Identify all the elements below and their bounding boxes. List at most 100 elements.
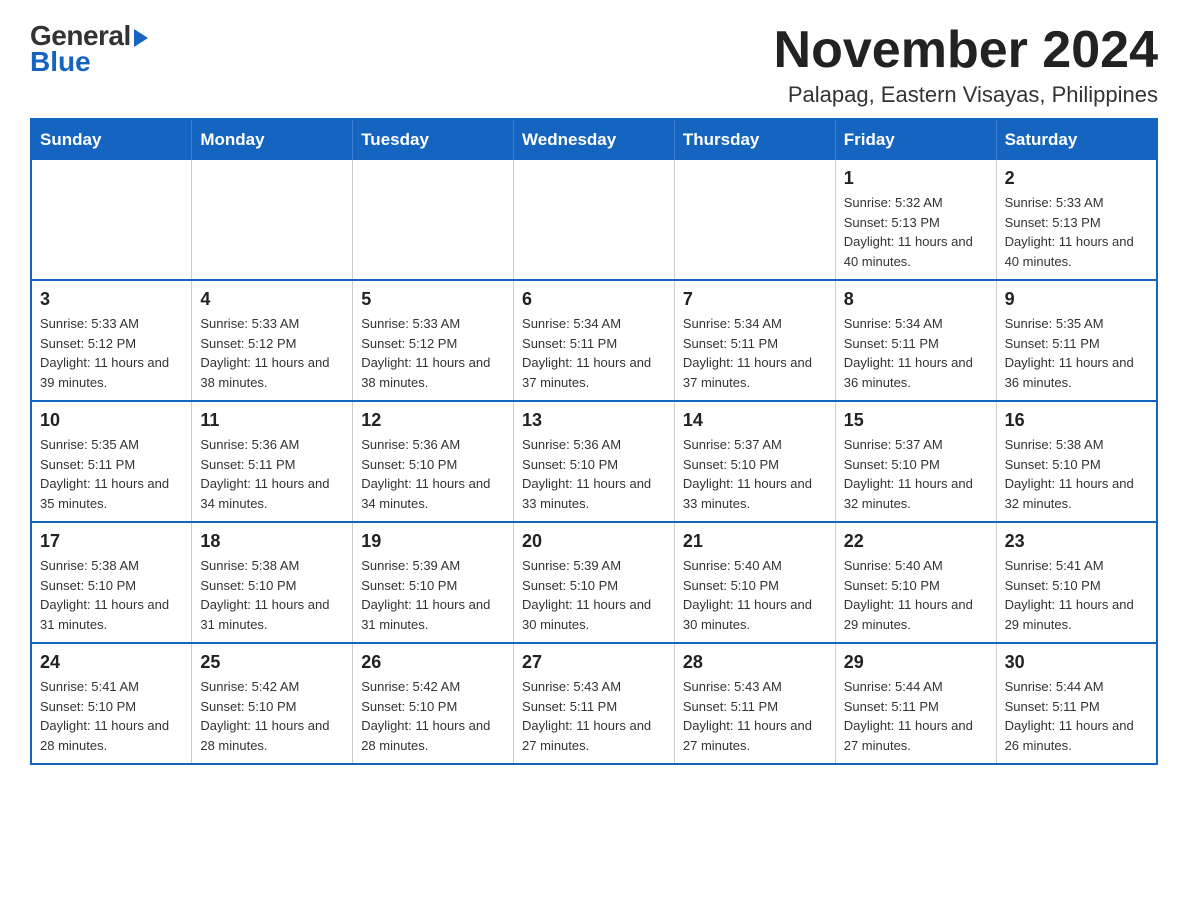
day-number: 27 bbox=[522, 652, 666, 673]
day-info: Sunrise: 5:37 AM Sunset: 5:10 PM Dayligh… bbox=[683, 435, 827, 513]
calendar-cell bbox=[192, 160, 353, 280]
day-info: Sunrise: 5:36 AM Sunset: 5:10 PM Dayligh… bbox=[361, 435, 505, 513]
calendar-cell: 6 Sunrise: 5:34 AM Sunset: 5:11 PM Daylig… bbox=[514, 280, 675, 401]
calendar-cell: 25Sunrise: 5:42 AM Sunset: 5:10 PM Dayli… bbox=[192, 643, 353, 764]
day-info: Sunrise: 5:36 AM Sunset: 5:10 PM Dayligh… bbox=[522, 435, 666, 513]
calendar-cell bbox=[514, 160, 675, 280]
calendar-cell: 23 Sunrise: 5:41 AM Sunset: 5:10 PM Dayli… bbox=[996, 522, 1157, 643]
day-number: 19 bbox=[361, 531, 505, 552]
day-number: 5 bbox=[361, 289, 505, 310]
calendar-cell: 21 Sunrise: 5:40 AM Sunset: 5:10 PM Dayli… bbox=[674, 522, 835, 643]
day-info: Sunrise: 5:35 AM Sunset: 5:11 PM Dayligh… bbox=[1005, 314, 1148, 392]
day-number: 29 bbox=[844, 652, 988, 673]
day-number: 26 bbox=[361, 652, 505, 673]
day-info: Sunrise: 5:33 AM Sunset: 5:12 PM Dayligh… bbox=[200, 314, 344, 392]
day-info: Sunrise: 5:42 AM Sunset: 5:10 PM Dayligh… bbox=[200, 677, 344, 755]
day-number: 28 bbox=[683, 652, 827, 673]
day-info: Sunrise: 5:44 AM Sunset: 5:11 PM Dayligh… bbox=[1005, 677, 1148, 755]
day-info: Sunrise: 5:44 AM Sunset: 5:11 PM Dayligh… bbox=[844, 677, 988, 755]
header-day-wednesday: Wednesday bbox=[514, 119, 675, 160]
calendar-cell: 22Sunrise: 5:40 AM Sunset: 5:10 PM Dayli… bbox=[835, 522, 996, 643]
calendar-week-3: 10 Sunrise: 5:35 AM Sunset: 5:11 PM Dayli… bbox=[31, 401, 1157, 522]
day-info: Sunrise: 5:38 AM Sunset: 5:10 PM Dayligh… bbox=[40, 556, 183, 634]
day-number: 17 bbox=[40, 531, 183, 552]
page-header: General Blue November 2024 Palapag, East… bbox=[30, 20, 1158, 108]
day-info: Sunrise: 5:33 AM Sunset: 5:12 PM Dayligh… bbox=[40, 314, 183, 392]
month-title: November 2024 bbox=[774, 20, 1158, 80]
header-day-thursday: Thursday bbox=[674, 119, 835, 160]
day-info: Sunrise: 5:37 AM Sunset: 5:10 PM Dayligh… bbox=[844, 435, 988, 513]
day-number: 11 bbox=[200, 410, 344, 431]
day-number: 7 bbox=[683, 289, 827, 310]
day-number: 14 bbox=[683, 410, 827, 431]
day-info: Sunrise: 5:41 AM Sunset: 5:10 PM Dayligh… bbox=[40, 677, 183, 755]
calendar-cell: 18 Sunrise: 5:38 AM Sunset: 5:10 PM Dayli… bbox=[192, 522, 353, 643]
header-day-sunday: Sunday bbox=[31, 119, 192, 160]
day-number: 23 bbox=[1005, 531, 1148, 552]
calendar-week-4: 17 Sunrise: 5:38 AM Sunset: 5:10 PM Dayli… bbox=[31, 522, 1157, 643]
calendar-cell: 28 Sunrise: 5:43 AM Sunset: 5:11 PM Dayli… bbox=[674, 643, 835, 764]
day-info: Sunrise: 5:35 AM Sunset: 5:11 PM Dayligh… bbox=[40, 435, 183, 513]
header-row: SundayMondayTuesdayWednesdayThursdayFrid… bbox=[31, 119, 1157, 160]
header-day-monday: Monday bbox=[192, 119, 353, 160]
day-info: Sunrise: 5:34 AM Sunset: 5:11 PM Dayligh… bbox=[844, 314, 988, 392]
calendar-cell: 27 Sunrise: 5:43 AM Sunset: 5:11 PM Dayli… bbox=[514, 643, 675, 764]
day-number: 13 bbox=[522, 410, 666, 431]
title-area: November 2024 Palapag, Eastern Visayas, … bbox=[774, 20, 1158, 108]
calendar-cell: 7 Sunrise: 5:34 AM Sunset: 5:11 PM Daylig… bbox=[674, 280, 835, 401]
day-number: 18 bbox=[200, 531, 344, 552]
calendar-cell: 10 Sunrise: 5:35 AM Sunset: 5:11 PM Dayli… bbox=[31, 401, 192, 522]
day-number: 21 bbox=[683, 531, 827, 552]
day-info: Sunrise: 5:38 AM Sunset: 5:10 PM Dayligh… bbox=[1005, 435, 1148, 513]
day-info: Sunrise: 5:43 AM Sunset: 5:11 PM Dayligh… bbox=[683, 677, 827, 755]
day-number: 15 bbox=[844, 410, 988, 431]
day-info: Sunrise: 5:34 AM Sunset: 5:11 PM Dayligh… bbox=[683, 314, 827, 392]
logo-blue-text: Blue bbox=[30, 46, 91, 78]
day-info: Sunrise: 5:38 AM Sunset: 5:10 PM Dayligh… bbox=[200, 556, 344, 634]
calendar-cell: 15 Sunrise: 5:37 AM Sunset: 5:10 PM Dayli… bbox=[835, 401, 996, 522]
day-info: Sunrise: 5:41 AM Sunset: 5:10 PM Dayligh… bbox=[1005, 556, 1148, 634]
day-info: Sunrise: 5:36 AM Sunset: 5:11 PM Dayligh… bbox=[200, 435, 344, 513]
day-number: 6 bbox=[522, 289, 666, 310]
day-info: Sunrise: 5:40 AM Sunset: 5:10 PM Dayligh… bbox=[683, 556, 827, 634]
calendar-cell bbox=[353, 160, 514, 280]
calendar-week-2: 3 Sunrise: 5:33 AM Sunset: 5:12 PM Daylig… bbox=[31, 280, 1157, 401]
day-info: Sunrise: 5:43 AM Sunset: 5:11 PM Dayligh… bbox=[522, 677, 666, 755]
day-info: Sunrise: 5:39 AM Sunset: 5:10 PM Dayligh… bbox=[361, 556, 505, 634]
header-day-friday: Friday bbox=[835, 119, 996, 160]
header-day-tuesday: Tuesday bbox=[353, 119, 514, 160]
calendar-week-1: 1Sunrise: 5:32 AM Sunset: 5:13 PM Daylig… bbox=[31, 160, 1157, 280]
calendar-body: 1Sunrise: 5:32 AM Sunset: 5:13 PM Daylig… bbox=[31, 160, 1157, 764]
day-info: Sunrise: 5:42 AM Sunset: 5:10 PM Dayligh… bbox=[361, 677, 505, 755]
calendar-cell: 13 Sunrise: 5:36 AM Sunset: 5:10 PM Dayli… bbox=[514, 401, 675, 522]
day-info: Sunrise: 5:40 AM Sunset: 5:10 PM Dayligh… bbox=[844, 556, 988, 634]
day-info: Sunrise: 5:33 AM Sunset: 5:12 PM Dayligh… bbox=[361, 314, 505, 392]
calendar-header: SundayMondayTuesdayWednesdayThursdayFrid… bbox=[31, 119, 1157, 160]
calendar-cell: 19 Sunrise: 5:39 AM Sunset: 5:10 PM Dayli… bbox=[353, 522, 514, 643]
day-number: 4 bbox=[200, 289, 344, 310]
calendar-cell: 26 Sunrise: 5:42 AM Sunset: 5:10 PM Dayli… bbox=[353, 643, 514, 764]
calendar-week-5: 24 Sunrise: 5:41 AM Sunset: 5:10 PM Dayli… bbox=[31, 643, 1157, 764]
calendar-cell: 9Sunrise: 5:35 AM Sunset: 5:11 PM Daylig… bbox=[996, 280, 1157, 401]
day-number: 1 bbox=[844, 168, 988, 189]
calendar-cell: 5 Sunrise: 5:33 AM Sunset: 5:12 PM Daylig… bbox=[353, 280, 514, 401]
calendar-cell: 17 Sunrise: 5:38 AM Sunset: 5:10 PM Dayli… bbox=[31, 522, 192, 643]
calendar-cell: 16 Sunrise: 5:38 AM Sunset: 5:10 PM Dayli… bbox=[996, 401, 1157, 522]
day-number: 30 bbox=[1005, 652, 1148, 673]
day-number: 20 bbox=[522, 531, 666, 552]
calendar-cell: 30 Sunrise: 5:44 AM Sunset: 5:11 PM Dayli… bbox=[996, 643, 1157, 764]
day-number: 10 bbox=[40, 410, 183, 431]
day-number: 12 bbox=[361, 410, 505, 431]
calendar-cell: 24 Sunrise: 5:41 AM Sunset: 5:10 PM Dayli… bbox=[31, 643, 192, 764]
day-info: Sunrise: 5:34 AM Sunset: 5:11 PM Dayligh… bbox=[522, 314, 666, 392]
day-number: 24 bbox=[40, 652, 183, 673]
day-number: 16 bbox=[1005, 410, 1148, 431]
calendar-cell: 20 Sunrise: 5:39 AM Sunset: 5:10 PM Dayli… bbox=[514, 522, 675, 643]
day-info: Sunrise: 5:39 AM Sunset: 5:10 PM Dayligh… bbox=[522, 556, 666, 634]
calendar-cell: 2Sunrise: 5:33 AM Sunset: 5:13 PM Daylig… bbox=[996, 160, 1157, 280]
calendar-cell: 12 Sunrise: 5:36 AM Sunset: 5:10 PM Dayli… bbox=[353, 401, 514, 522]
calendar-cell: 11 Sunrise: 5:36 AM Sunset: 5:11 PM Dayli… bbox=[192, 401, 353, 522]
day-number: 3 bbox=[40, 289, 183, 310]
location-title: Palapag, Eastern Visayas, Philippines bbox=[774, 82, 1158, 108]
logo: General Blue bbox=[30, 20, 148, 78]
